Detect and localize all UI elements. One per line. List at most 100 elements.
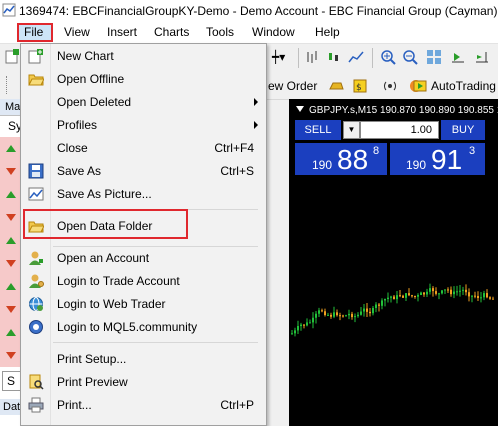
menu-file[interactable]: File	[24, 25, 43, 39]
candle-body	[318, 310, 320, 314]
user-login-icon	[29, 274, 44, 288]
menu-item-login-mql5[interactable]: Login to MQL5.community	[21, 316, 266, 338]
uptick-icon	[6, 191, 16, 198]
print-preview-icon	[29, 374, 44, 390]
zoom-out-icon[interactable]	[402, 49, 418, 65]
menu-item-save-as-picture[interactable]: Save As Picture...	[21, 183, 266, 205]
menu-item-print-setup[interactable]: Print Setup...	[21, 348, 266, 370]
menu-item-new-chart[interactable]: New Chart	[21, 45, 266, 67]
globe-user-icon	[29, 297, 43, 311]
candle-body	[471, 295, 473, 297]
candle-body	[417, 295, 419, 297]
autotrading-button[interactable]: AutoTrading	[431, 79, 496, 93]
candle-body	[300, 324, 302, 327]
candle-body	[297, 326, 299, 331]
toolbar-divider	[372, 48, 373, 68]
uptick-icon	[6, 237, 16, 244]
autoscroll-icon[interactable]	[450, 49, 466, 65]
chart-shift-icon[interactable]	[474, 49, 490, 65]
candle-body	[351, 313, 353, 318]
toolbar-grip	[6, 76, 9, 94]
buy-button[interactable]: BUY	[441, 120, 485, 140]
candle-body	[486, 293, 488, 298]
candle-body	[441, 290, 443, 294]
broadcast-icon[interactable]	[382, 78, 398, 94]
menu-item-login-web-trader[interactable]: Login to Web Trader	[21, 293, 266, 315]
chart-symbol-info: GBPJPY.s,M15 190.870 190.890 190.855 191	[309, 105, 498, 116]
window-title: 1369474: EBCFinancialGroupKY-Demo - Demo…	[19, 4, 498, 18]
line-chart-icon[interactable]	[348, 49, 364, 65]
candle-body	[408, 293, 410, 296]
tile-windows-icon[interactable]	[426, 49, 442, 65]
candle-body	[321, 310, 323, 312]
menu-window[interactable]: Window	[252, 25, 295, 39]
candle-body	[348, 313, 350, 316]
candle-body	[312, 317, 314, 323]
candle-body	[393, 296, 395, 300]
menu-item-login-trade-account[interactable]: Login to Trade Account	[21, 270, 266, 292]
candle-body	[426, 291, 428, 295]
candle-body	[414, 295, 416, 297]
menu-item-close[interactable]: Close Ctrl+F4	[21, 137, 266, 159]
menu-charts[interactable]: Charts	[154, 25, 189, 39]
candle-body	[390, 296, 392, 298]
candle-body	[477, 295, 479, 299]
sell-button[interactable]: SELL	[295, 120, 341, 140]
menu-separator	[53, 342, 258, 343]
lot-size-input[interactable]: 1.00	[360, 121, 439, 139]
lot-dropdown-icon[interactable]: ▼	[343, 121, 360, 139]
candle-body	[306, 322, 308, 326]
zoom-in-icon[interactable]	[380, 49, 396, 65]
autotrading-icon[interactable]	[412, 78, 428, 94]
candle-body	[333, 312, 335, 317]
candle-body	[369, 311, 371, 314]
menu-item-open-account[interactable]: Open an Account	[21, 247, 266, 269]
new-order-button[interactable]: ew Order	[268, 79, 317, 93]
gold-bar-icon[interactable]	[328, 78, 344, 94]
menu-item-print[interactable]: Print... Ctrl+P	[21, 394, 266, 416]
candle-body	[315, 313, 317, 318]
menu-help[interactable]: Help	[315, 25, 340, 39]
user-add-icon	[29, 251, 43, 265]
signals-icon[interactable]: $	[352, 78, 368, 94]
candle-body	[360, 311, 362, 315]
submenu-arrow-icon	[254, 98, 258, 106]
candle-body	[327, 314, 329, 316]
candle-body	[474, 295, 476, 297]
svg-text:$: $	[356, 83, 362, 93]
open-data-folder-highlight	[23, 209, 188, 239]
chart-dropdown-icon[interactable]	[296, 106, 304, 112]
crosshair-icon[interactable]: ┿▾	[272, 50, 285, 64]
menu-tools[interactable]: Tools	[206, 25, 234, 39]
candle-body	[354, 316, 356, 318]
menu-item-save-as[interactable]: Save As Ctrl+S	[21, 160, 266, 182]
menu-insert[interactable]: Insert	[107, 25, 137, 39]
chart-window[interactable]: GBPJPY.s,M15 190.870 190.890 190.855 191…	[289, 99, 498, 426]
candle-body	[309, 322, 311, 324]
chart-bars-icon[interactable]	[304, 49, 320, 65]
title-bar: 1369474: EBCFinancialGroupKY-Demo - Demo…	[0, 0, 498, 22]
candle-body	[423, 292, 425, 295]
menu-item-open-offline[interactable]: Open Offline	[21, 68, 266, 90]
menu-item-profiles[interactable]: Profiles	[21, 114, 266, 136]
sell-price-panel[interactable]: 190 88 8	[295, 143, 387, 175]
candle-body	[492, 298, 494, 300]
candle-body	[381, 300, 383, 306]
menu-item-open-deleted[interactable]: Open Deleted	[21, 91, 266, 113]
candle-body	[438, 293, 440, 295]
menu-view[interactable]: View	[64, 25, 90, 39]
candle-body	[447, 289, 449, 291]
candle-body	[339, 315, 341, 317]
buy-price-panel[interactable]: 190 91 3	[390, 143, 485, 175]
candle-body	[324, 311, 326, 316]
candle-body	[342, 315, 344, 317]
candle-body	[456, 291, 458, 293]
candlestick-icon[interactable]	[326, 49, 342, 65]
menu-item-print-preview[interactable]: Print Preview	[21, 371, 266, 393]
candle-body	[372, 308, 374, 314]
candle-body	[378, 304, 380, 306]
new-chart-toolbar-icon[interactable]	[4, 49, 20, 65]
uptick-icon	[6, 145, 16, 152]
mql5-icon	[29, 320, 43, 334]
panel-tab[interactable]: S	[2, 371, 21, 391]
